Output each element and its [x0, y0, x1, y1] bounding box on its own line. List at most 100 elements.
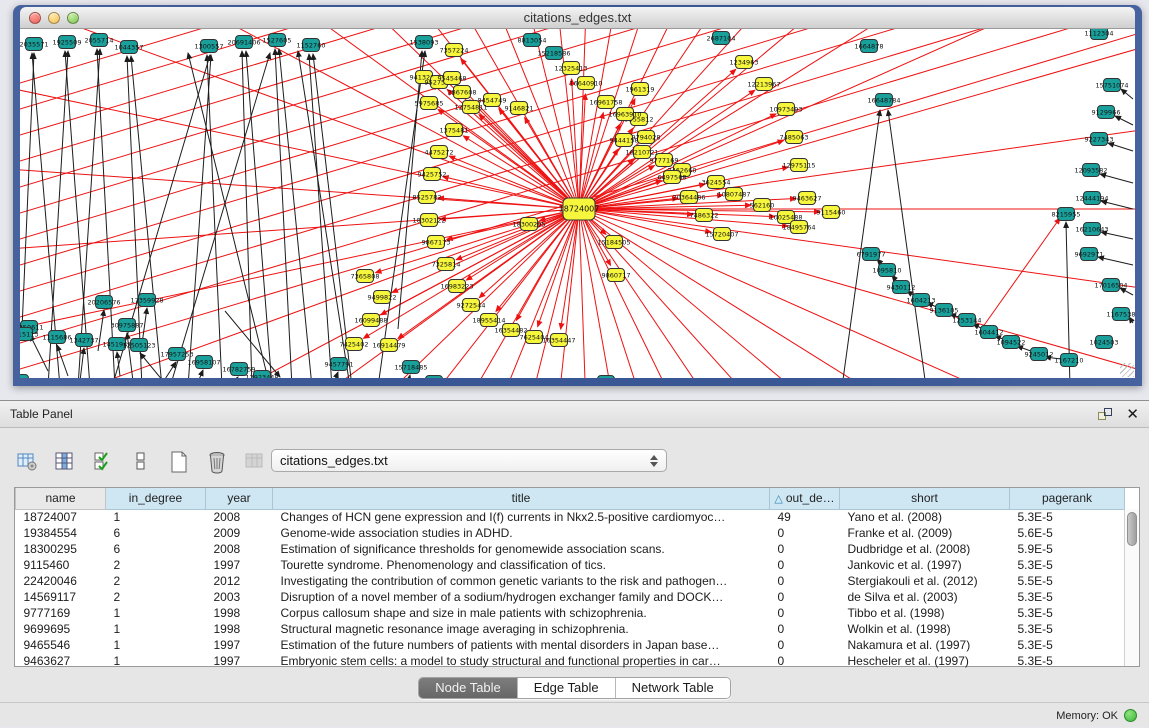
table-cell[interactable]: 5.6E-5 — [1010, 525, 1125, 541]
column-header-title[interactable]: title — [273, 488, 770, 509]
table-cell[interactable]: 0 — [770, 557, 840, 573]
table-cell[interactable]: 9115460 — [16, 557, 106, 573]
table-cell[interactable]: Corpus callosum shape and size in male p… — [273, 605, 770, 621]
citation-graph[interactable]: 2035571192550920557141044357130055720691… — [20, 29, 1135, 378]
table-cell[interactable]: Franke et al. (2009) — [840, 525, 1010, 541]
table-cell[interactable]: de Silva et al. (2003) — [840, 589, 1010, 605]
table-row[interactable]: 1456911722003Disruption of a novel membe… — [16, 589, 1125, 605]
table-cell[interactable]: Estimation of significance thresholds fo… — [273, 541, 770, 557]
select-rows-icon[interactable] — [90, 449, 116, 475]
table-cell[interactable]: Tibbo et al. (1998) — [840, 605, 1010, 621]
float-panel-icon[interactable] — [1098, 408, 1112, 420]
table-cell[interactable]: 2008 — [206, 509, 273, 525]
table-row[interactable]: 977716911998Corpus callosum shape and si… — [16, 605, 1125, 621]
table-cell[interactable]: 18724007 — [16, 509, 106, 525]
table-cell[interactable]: 1 — [106, 509, 206, 525]
table-cell[interactable]: 0 — [770, 653, 840, 669]
table-cell[interactable]: Nakamura et al. (1997) — [840, 637, 1010, 653]
table-row[interactable]: 969969511998Structural magnetic resonanc… — [16, 621, 1125, 637]
table-cell[interactable]: 1997 — [206, 557, 273, 573]
table-cell[interactable]: 0 — [770, 589, 840, 605]
table-cell[interactable]: Embryonic stem cells: a model to study s… — [273, 653, 770, 669]
table-cell[interactable]: 5.3E-5 — [1010, 509, 1125, 525]
table-cell[interactable]: 49 — [770, 509, 840, 525]
table-cell[interactable]: 1 — [106, 653, 206, 669]
table-cell[interactable]: 2012 — [206, 573, 273, 589]
table-row[interactable]: 946554611997Estimation of the future num… — [16, 637, 1125, 653]
column-header-name[interactable]: name — [16, 488, 106, 509]
table-row[interactable]: 1872400712008Changes of HCN gene express… — [16, 509, 1125, 525]
minimize-window-button[interactable] — [48, 12, 60, 24]
table-cell[interactable]: 5.3E-5 — [1010, 605, 1125, 621]
rows-icon[interactable] — [128, 449, 154, 475]
table-cell[interactable]: 14569117 — [16, 589, 106, 605]
table-cell[interactable]: 0 — [770, 525, 840, 541]
table-cell[interactable]: Jankovic et al. (1997) — [840, 557, 1010, 573]
table-cell[interactable]: 18300295 — [16, 541, 106, 557]
table-vertical-scrollbar[interactable] — [1124, 509, 1139, 666]
table-cell[interactable]: 0 — [770, 637, 840, 653]
table-cell[interactable]: Yano et al. (2008) — [840, 509, 1010, 525]
table-cell[interactable]: 1 — [106, 621, 206, 637]
table-cell[interactable]: 2 — [106, 557, 206, 573]
table-settings-icon[interactable] — [14, 449, 40, 475]
table-cell[interactable]: 5.5E-5 — [1010, 573, 1125, 589]
table-cell[interactable]: 2003 — [206, 589, 273, 605]
table-row[interactable]: 911546021997Tourette syndrome. Phenomeno… — [16, 557, 1125, 573]
table-cell[interactable]: 1997 — [206, 653, 273, 669]
table-cell[interactable]: Disruption of a novel member of a sodium… — [273, 589, 770, 605]
teal-graph-node[interactable] — [20, 375, 29, 379]
delete-table-icon[interactable] — [204, 449, 230, 475]
column-header-year[interactable]: year — [206, 488, 273, 509]
table-row[interactable]: 946362711997Embryonic stem cells: a mode… — [16, 653, 1125, 669]
table-cell[interactable]: 0 — [770, 541, 840, 557]
table-cell[interactable]: Wolkin et al. (1998) — [840, 621, 1010, 637]
table-cell[interactable]: 9699695 — [16, 621, 106, 637]
table-cell[interactable]: 0 — [770, 573, 840, 589]
column-header-out_de[interactable]: △out_de… — [770, 488, 840, 509]
table-cell[interactable]: Estimation of the future numbers of pati… — [273, 637, 770, 653]
table-cell[interactable]: 1 — [106, 605, 206, 621]
table-row[interactable]: 2242004622012Investigating the contribut… — [16, 573, 1125, 589]
table-cell[interactable]: 2008 — [206, 541, 273, 557]
table-cell[interactable]: 19384554 — [16, 525, 106, 541]
table-cell[interactable]: 5.3E-5 — [1010, 557, 1125, 573]
table-cell[interactable]: 2 — [106, 589, 206, 605]
table-cell[interactable]: 22420046 — [16, 573, 106, 589]
network-canvas[interactable]: 2035571192550920557141044357130055720691… — [20, 29, 1135, 378]
table-cell[interactable]: 1997 — [206, 637, 273, 653]
table-cell[interactable]: Stergiakouli et al. (2012) — [840, 573, 1010, 589]
table-selector-dropdown[interactable]: citations_edges.txt — [271, 449, 667, 472]
table-cell[interactable]: 5.3E-5 — [1010, 621, 1125, 637]
column-header-in_degree[interactable]: in_degree — [106, 488, 206, 509]
table-cell[interactable]: Hescheler et al. (1997) — [840, 653, 1010, 669]
select-column-icon[interactable] — [52, 449, 78, 475]
table-cell[interactable]: 1998 — [206, 605, 273, 621]
table-cell[interactable]: Dudbridge et al. (2008) — [840, 541, 1010, 557]
table-cell[interactable]: 5.3E-5 — [1010, 637, 1125, 653]
table-cell[interactable]: 2 — [106, 573, 206, 589]
table-cell[interactable]: 0 — [770, 605, 840, 621]
table-cell[interactable]: 9465546 — [16, 637, 106, 653]
table-cell[interactable]: Investigating the contribution of common… — [273, 573, 770, 589]
table-cell[interactable]: Tourette syndrome. Phenomenology and cla… — [273, 557, 770, 573]
table-cell[interactable]: 6 — [106, 525, 206, 541]
column-header-short[interactable]: short — [840, 488, 1010, 509]
tab-node-table[interactable]: Node Table — [419, 678, 517, 698]
close-window-button[interactable] — [29, 12, 41, 24]
tab-edge-table[interactable]: Edge Table — [517, 678, 615, 698]
tab-network-table[interactable]: Network Table — [615, 678, 730, 698]
column-header-pagerank[interactable]: pagerank — [1010, 488, 1125, 509]
table-cell[interactable]: Genome-wide association studies in ADHD. — [273, 525, 770, 541]
table-row[interactable]: 1830029562008Estimation of significance … — [16, 541, 1125, 557]
table-cell[interactable]: 9463627 — [16, 653, 106, 669]
table-cell[interactable]: 6 — [106, 541, 206, 557]
table-cell[interactable]: 1998 — [206, 621, 273, 637]
window-titlebar[interactable]: citations_edges.txt — [20, 7, 1135, 29]
new-table-icon[interactable] — [166, 449, 192, 475]
table-cell[interactable]: 1 — [106, 637, 206, 653]
zoom-window-button[interactable] — [67, 12, 79, 24]
table-cell[interactable]: Structural magnetic resonance image aver… — [273, 621, 770, 637]
table-cell[interactable]: 0 — [770, 621, 840, 637]
table-cell[interactable]: 5.9E-5 — [1010, 541, 1125, 557]
